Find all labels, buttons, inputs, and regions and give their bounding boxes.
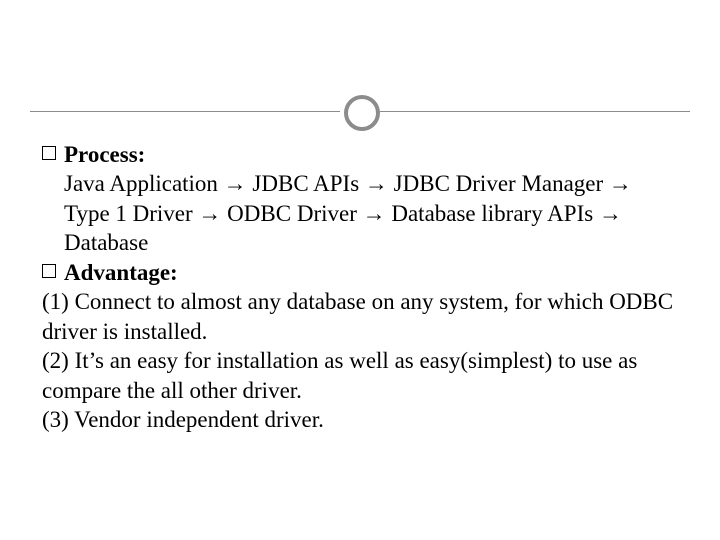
square-bullet-icon	[42, 264, 56, 278]
heading-advantage: Advantage:	[42, 258, 682, 287]
square-bullet-icon	[42, 146, 56, 160]
content-block: Process: Java Application → JDBC APIs → …	[42, 140, 682, 434]
process-body: Java Application → JDBC APIs → JDBC Driv…	[42, 169, 682, 257]
heading-process: Process:	[42, 140, 682, 169]
advantage-item-1: (1) Connect to almost any database on an…	[42, 287, 682, 346]
heading-process-label: Process:	[64, 142, 145, 167]
advantage-item-2: (2) It’s an easy for installation as wel…	[42, 346, 682, 405]
rule-segment-right	[380, 111, 690, 112]
rule-segment-left	[30, 111, 340, 112]
rule-circle-icon	[344, 95, 380, 131]
heading-advantage-label: Advantage:	[64, 260, 178, 285]
slide: Process: Java Application → JDBC APIs → …	[0, 0, 720, 540]
advantage-item-3: (3) Vendor independent driver.	[42, 405, 682, 434]
